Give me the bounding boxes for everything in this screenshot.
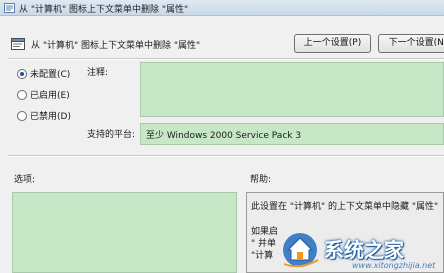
options-label: 选项: — [14, 175, 36, 185]
comment-label: 注释: — [87, 68, 109, 78]
next-setting-button[interactable]: 下一个设置(N) — [378, 34, 444, 53]
policy-settings-icon — [11, 38, 25, 50]
supported-platform-label: 支持的平台: — [87, 130, 136, 140]
previous-setting-button[interactable]: 上一个设置(P) — [294, 34, 371, 53]
radio-label: 未配置(C) — [30, 70, 71, 80]
supported-platform-field: 至少 Windows 2000 Service Pack 3 — [140, 123, 444, 145]
site-watermark: 系统之家 www.xitongzhijia.net — [278, 226, 444, 273]
house-logo-icon — [283, 233, 319, 268]
options-pane — [12, 192, 237, 273]
radio-not-configured[interactable]: 未配置(C) — [17, 67, 71, 80]
window-title: 从 "计算机" 图标上下文菜单中删除 "属性" — [19, 5, 189, 15]
watermark-name: 系统之家 — [324, 238, 404, 262]
radio-enabled[interactable]: 已启用(E) — [17, 88, 70, 101]
setting-title: 从 "计算机" 图标上下文菜单中删除 "属性" — [31, 41, 201, 51]
radio-button[interactable] — [17, 89, 27, 100]
header-divider — [8, 58, 444, 60]
help-text-line: 此设置在 "计算机" 的上下文菜单中隐藏 "属性" — [251, 202, 439, 212]
help-text-line: "计算 — [251, 251, 274, 261]
policy-settings-icon — [4, 3, 15, 13]
comment-textarea[interactable] — [140, 62, 444, 117]
radio-label: 已启用(E) — [30, 91, 70, 101]
section-divider — [8, 155, 444, 157]
radio-button[interactable] — [17, 110, 27, 121]
help-label: 帮助: — [250, 175, 272, 185]
watermark-url: www.xitongzhijia.net — [352, 261, 436, 270]
window-titlebar: 从 "计算机" 图标上下文菜单中删除 "属性" — [0, 0, 444, 16]
radio-label: 已禁用(D) — [30, 112, 71, 122]
radio-disabled[interactable]: 已禁用(D) — [17, 109, 71, 122]
radio-button[interactable] — [17, 68, 27, 79]
supported-platform-value: 至少 Windows 2000 Service Pack 3 — [146, 131, 302, 141]
